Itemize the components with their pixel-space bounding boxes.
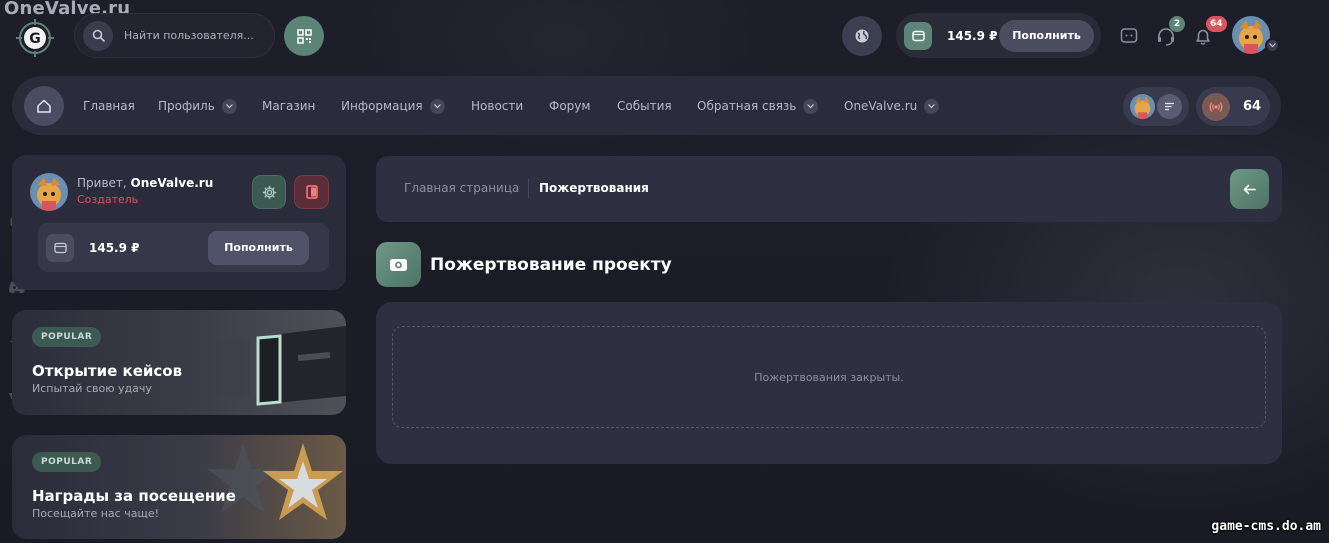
search-icon[interactable] [83,20,113,51]
chat-icon[interactable] [1119,26,1139,46]
notifications-count-badge: 64 [1206,16,1227,32]
qr-code-icon [296,28,312,44]
breadcrumb-divider [528,179,529,198]
profile-greeting: Привет, OneValve.ru [77,176,214,190]
promo-title: Награды за посещение [32,487,236,505]
page-title: Пожертвование проекту [430,255,672,275]
svg-text:G: G [29,31,41,47]
qr-code-button[interactable] [284,16,324,56]
home-icon [37,99,51,113]
popular-badge: POPULAR [32,327,102,347]
chevron-down-icon [924,98,940,114]
language-button[interactable] [842,16,882,56]
nav-item-onevalve[interactable]: OneValve.ru [844,97,940,115]
online-count: 64 [1243,99,1262,114]
nav-item-forum[interactable]: Форум [549,97,590,115]
user-avatar[interactable] [1232,16,1270,54]
arrow-left-icon [1243,184,1256,194]
header-topup-button[interactable]: Пополнить [999,19,1094,52]
wallet-icon [46,233,74,262]
wallet-icon [904,21,932,50]
profile-role: Создатель [77,193,139,206]
header-wallet: 145.9 ₽ Пополнить [896,13,1101,58]
logout-icon [305,185,318,199]
logout-button[interactable] [294,175,329,209]
breadcrumb-current: Пожертвования [539,181,649,195]
nav-item-shop[interactable]: Магазин [262,97,315,115]
empty-state-message: Пожертвования закрыты. [754,370,904,384]
empty-state: Пожертвования закрыты. [392,326,1266,428]
header-balance: 145.9 ₽ [947,28,998,43]
watermark-bottom: game-cms.do.am [1211,519,1321,534]
profile-topup-button[interactable]: Пополнить [208,230,309,265]
breadcrumb-home-link[interactable]: Главная страница [404,181,519,195]
avatar[interactable] [30,173,68,211]
gear-icon [262,185,276,199]
search-input[interactable] [124,29,274,42]
home-button[interactable] [24,86,64,126]
popular-badge: POPULAR [32,452,102,472]
profile-username[interactable]: OneValve.ru [131,176,214,190]
chevron-down-icon [221,98,237,114]
nav-item-profile[interactable]: Профиль [158,97,237,115]
nav-item-info[interactable]: Информация [341,97,445,115]
profile-wallet: 145.9 ₽ Пополнить [38,223,329,272]
back-button[interactable] [1230,169,1269,209]
chevron-down-icon[interactable] [1265,38,1280,53]
promo-subtitle: Посещайте нас чаще! [32,507,159,520]
camera-icon [376,242,421,287]
globe-icon [855,29,869,43]
list-icon[interactable] [1157,94,1182,119]
case-box-image [216,326,346,406]
user-search[interactable] [74,13,275,58]
chevron-down-icon [429,98,445,114]
promo-title: Открытие кейсов [32,362,183,380]
profile-balance: 145.9 ₽ [89,240,140,255]
nav-item-home[interactable]: Главная [83,97,135,115]
online-counter[interactable]: 64 [1196,87,1270,126]
nav-item-news[interactable]: Новости [471,97,523,115]
nav-item-events[interactable]: События [617,97,672,115]
settings-button[interactable] [252,175,286,209]
nav-item-feedback[interactable]: Обратная связь [697,97,819,115]
support-count-badge: 2 [1169,16,1185,32]
chevron-down-icon [803,98,819,114]
promo-subtitle: Испытай свою удачу [32,382,152,395]
online-user-avatar[interactable] [1130,94,1155,119]
site-logo-icon[interactable]: G [14,17,56,59]
broadcast-icon [1202,92,1230,121]
